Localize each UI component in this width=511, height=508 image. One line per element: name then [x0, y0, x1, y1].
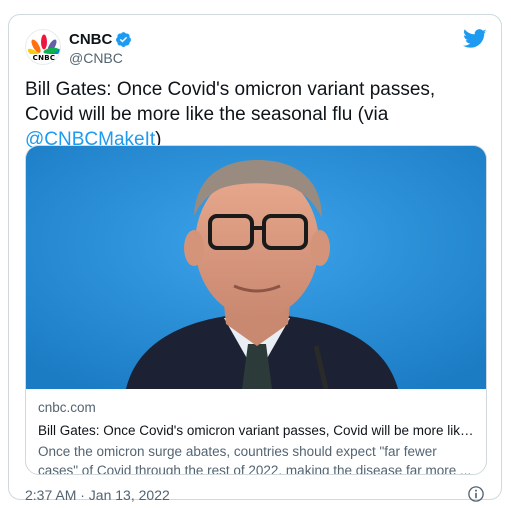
link-preview-meta: cnbc.com Bill Gates: Once Covid's omicro… — [38, 399, 478, 475]
tweet-text-body: Bill Gates: Once Covid's omicron variant… — [25, 79, 436, 125]
avatar[interactable]: CNBC — [25, 29, 61, 65]
twitter-bird-icon[interactable] — [463, 29, 487, 49]
info-icon[interactable] — [467, 485, 487, 505]
tweet-text: Bill Gates: Once Covid's omicron variant… — [25, 77, 485, 152]
tweet-timestamp[interactable]: 2:37 AM · Jan 13, 2022 — [25, 487, 170, 503]
display-name-row: CNBC — [69, 29, 132, 49]
link-preview-image[interactable] — [26, 146, 486, 389]
verified-badge-icon — [115, 31, 132, 48]
link-title[interactable]: Bill Gates: Once Covid's omicron variant… — [38, 421, 478, 440]
avatar-logo-text: CNBC — [32, 54, 56, 62]
author-names: CNBC @CNBC — [69, 29, 132, 66]
tweet-footer: 2:37 AM · Jan 13, 2022 — [25, 485, 487, 505]
handle[interactable]: @CNBC — [69, 50, 132, 66]
link-preview-card[interactable]: cnbc.com Bill Gates: Once Covid's omicro… — [25, 145, 487, 475]
link-description: Once the omicron surge abates, countries… — [38, 444, 472, 475]
tweet-header: CNBC CNBC @CNBC — [25, 29, 487, 73]
display-name[interactable]: CNBC — [69, 31, 112, 48]
link-domain: cnbc.com — [38, 400, 96, 415]
tweet-card[interactable]: CNBC CNBC @CNBC Bill Gates: Once Covid's… — [8, 14, 502, 503]
nbc-peacock-logo-icon — [28, 34, 60, 54]
